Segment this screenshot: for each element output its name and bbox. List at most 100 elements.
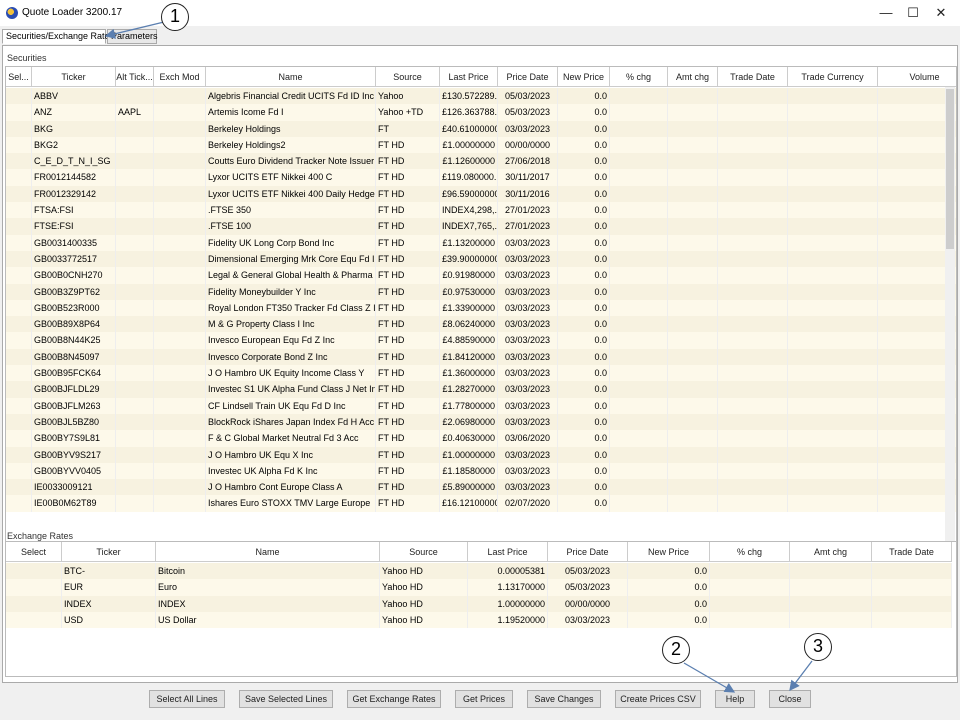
maximize-icon[interactable]: ☐ [902, 3, 924, 23]
table-row[interactable]: GB00BYV9S217 J O Hambro UK Equ X Inc FT HD… [6, 446, 956, 463]
table-row[interactable]: GB0031400335 Fidelity UK Long Corp Bond I… [6, 234, 956, 251]
tab-securities-exchange-rates[interactable]: Securities/Exchange Rates [2, 29, 114, 44]
column-header[interactable]: Trade Currency [788, 67, 878, 87]
table-cell[interactable] [6, 153, 32, 170]
table-cell[interactable] [6, 120, 32, 137]
minimize-icon[interactable]: — [875, 3, 897, 23]
table-cell: 0.0 [558, 479, 610, 496]
table-cell[interactable] [6, 88, 32, 105]
table-row[interactable]: GB00B0CNH270 Legal & General Global Healt… [6, 267, 956, 284]
column-header[interactable]: Sel... [6, 67, 32, 87]
column-header[interactable]: New Price [558, 67, 610, 87]
column-header[interactable]: Source [380, 542, 468, 562]
table-cell[interactable] [6, 283, 32, 300]
table-cell[interactable] [6, 495, 32, 512]
table-cell[interactable] [6, 462, 32, 480]
column-header[interactable]: Amt chg [668, 67, 718, 87]
column-header[interactable]: Source [376, 67, 440, 87]
table-cell[interactable] [6, 595, 62, 612]
table-cell[interactable] [6, 316, 32, 333]
select-all-lines-button[interactable]: Select All Lines [149, 690, 225, 708]
table-row[interactable]: GB00B8N45097 Invesco Corporate Bond Z Inc… [6, 348, 956, 366]
save-selected-lines-button[interactable]: Save Selected Lines [239, 690, 333, 708]
table-cell[interactable] [6, 267, 32, 284]
table-cell[interactable] [6, 579, 62, 596]
column-header[interactable]: Trade Date [872, 542, 952, 562]
table-cell[interactable] [6, 250, 32, 268]
table-row[interactable]: GB00BJFLDL29 Investec S1 UK Alpha Fund Cl… [6, 381, 956, 398]
table-row[interactable]: EUR Euro Yahoo HD 1.13170000 05/03/2023 0.0 [6, 579, 952, 596]
table-row[interactable]: GB00BY7S9L81 F & C Global Market Neutral … [6, 430, 956, 447]
table-row[interactable]: GB00BYVV0405 Investec UK Alpha Fd K Inc FT… [6, 462, 956, 480]
table-cell[interactable] [6, 185, 32, 203]
tab-parameters[interactable]: Parameters [107, 29, 158, 44]
save-changes-button[interactable]: Save Changes [527, 690, 601, 708]
table-cell[interactable] [6, 202, 32, 219]
column-header[interactable]: Amt chg [790, 542, 872, 562]
get-prices-button[interactable]: Get Prices [455, 690, 513, 708]
table-row[interactable]: IE00B0M62T89 Ishares Euro STOXX TMV Large… [6, 495, 956, 512]
table-row[interactable]: GB00BJL5BZ80 BlockRock iShares Japan Inde… [6, 413, 956, 431]
table-cell[interactable] [6, 563, 62, 580]
table-cell[interactable] [6, 611, 62, 629]
get-exchange-rates-button[interactable]: Get Exchange Rates [347, 690, 441, 708]
table-row[interactable]: BTC- Bitcoin Yahoo HD 0.00005381 05/03/2023 0… [6, 563, 952, 580]
table-row[interactable]: USD US Dollar Yahoo HD 1.19520000 03/03/2023… [6, 611, 952, 629]
column-header[interactable]: Alt Tick... [116, 67, 154, 87]
table-cell[interactable] [6, 348, 32, 366]
column-header[interactable]: Ticker [62, 542, 156, 562]
table-cell[interactable] [6, 169, 32, 186]
table-row[interactable]: GB00BJFLM263 CF Lindsell Train UK Equ Fd … [6, 397, 956, 414]
column-header[interactable]: Select [6, 542, 62, 562]
table-cell[interactable] [6, 446, 32, 463]
table-cell[interactable] [6, 381, 32, 398]
table-row[interactable]: ANZ AAPL Artemis Icome Fd I Yahoo +TD £126.3… [6, 104, 956, 121]
table-cell[interactable] [6, 104, 32, 121]
create-prices-csv-button[interactable]: Create Prices CSV [615, 690, 701, 708]
column-header[interactable]: New Price [628, 542, 710, 562]
column-header[interactable]: Price Date [548, 542, 628, 562]
table-cell[interactable] [6, 332, 32, 349]
table-cell[interactable] [6, 218, 32, 235]
table-row[interactable]: BKG Berkeley Holdings FT £40.61000000 03/03/… [6, 120, 956, 137]
scrollbar-thumb[interactable] [946, 89, 954, 249]
table-row[interactable]: GB0033772517 Dimensional Emerging Mrk Cor… [6, 250, 956, 268]
column-header[interactable]: Volume [878, 67, 956, 87]
table-cell[interactable] [6, 234, 32, 251]
column-header[interactable]: % chg [610, 67, 668, 87]
column-header[interactable]: Last Price [440, 67, 498, 87]
table-cell[interactable] [6, 479, 32, 496]
column-header[interactable]: Last Price [468, 542, 548, 562]
column-header[interactable]: Name [156, 542, 380, 562]
column-header[interactable]: Exch Mod [154, 67, 206, 87]
table-cell[interactable] [6, 299, 32, 317]
table-cell[interactable] [6, 136, 32, 154]
table-row[interactable]: ABBV Algebris Financial Credit UCITS Fd I… [6, 88, 956, 105]
column-header[interactable]: % chg [710, 542, 790, 562]
close-button[interactable]: Close [769, 690, 811, 708]
table-row[interactable]: FR0012329142 Lyxor UCITS ETF Nikkei 400 D… [6, 185, 956, 203]
column-header[interactable]: Name [206, 67, 376, 87]
column-header[interactable]: Trade Date [718, 67, 788, 87]
table-row[interactable]: FR0012144582 Lyxor UCITS ETF Nikkei 400 C… [6, 169, 956, 186]
table-row[interactable]: C_E_D_T_N_I_SG Coutts Euro Dividend Track… [6, 153, 956, 170]
table-row[interactable]: FTSE:FSI .FTSE 100 FT HD INDEX7,765,... 27/0… [6, 218, 956, 235]
column-header[interactable]: Ticker [32, 67, 116, 87]
table-row[interactable]: IE0033009121 J O Hambro Cont Europe Class… [6, 479, 956, 496]
table-row[interactable]: GB00B8N44K25 Invesco European Equ Fd Z In… [6, 332, 956, 349]
table-cell[interactable] [6, 365, 32, 382]
close-icon[interactable]: ✕ [930, 3, 952, 23]
table-row[interactable]: BKG2 Berkeley Holdings2 FT HD £1.00000000 00… [6, 136, 956, 154]
help-button[interactable]: Help [715, 690, 755, 708]
table-cell[interactable] [6, 413, 32, 431]
table-row[interactable]: GB00B89X8P64 M & G Property Class I Inc FT… [6, 316, 956, 333]
table-row[interactable]: GB00B3Z9PT62 Fidelity Moneybuilder Y Inc F… [6, 283, 956, 300]
table-row[interactable]: FTSA:FSI .FTSE 350 FT HD INDEX4,298,... 27/0… [6, 202, 956, 219]
table-row[interactable]: GB00B95FCK64 J O Hambro UK Equity Income … [6, 365, 956, 382]
table-cell[interactable] [6, 397, 32, 414]
column-header[interactable]: Price Date [498, 67, 558, 87]
table-cell[interactable] [6, 430, 32, 447]
table-row[interactable]: INDEX INDEX Yahoo HD 1.00000000 00/00/0000 0.… [6, 595, 952, 612]
securities-scrollbar[interactable] [945, 87, 955, 568]
table-row[interactable]: GB00B523R000 Royal London FT350 Tracker F… [6, 299, 956, 317]
